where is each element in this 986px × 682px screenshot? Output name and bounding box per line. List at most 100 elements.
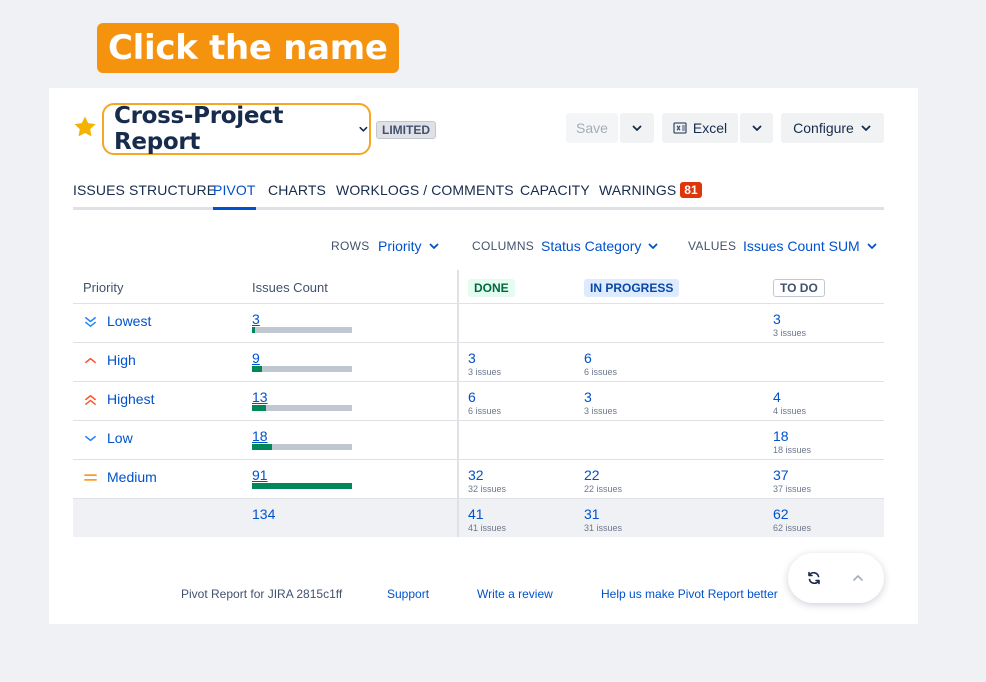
instruction-callout: Click the name <box>97 23 399 73</box>
count-bar-fill <box>252 405 267 411</box>
column-divider <box>457 270 459 537</box>
limited-badge: LIMITED <box>376 121 436 139</box>
values-label: VALUES <box>688 239 737 253</box>
total-done-text: 41 issues <box>468 523 507 533</box>
chevron-up-icon[interactable] <box>851 571 865 585</box>
footer-support-link[interactable]: Support <box>387 587 429 601</box>
count-bar-fill <box>252 483 352 489</box>
tab-worklogs-comments[interactable]: WORKLOGS / COMMENTS <box>336 182 514 198</box>
inprogress-count-link[interactable]: 22 <box>584 467 600 483</box>
tab-warnings-label: WARNINGS <box>599 182 677 198</box>
issues-count-link[interactable]: 13 <box>252 389 268 405</box>
save-button[interactable]: Save <box>566 113 618 143</box>
priority-label: Highest <box>107 391 155 407</box>
priority-label: Low <box>107 430 133 446</box>
priority-lowest-icon <box>85 316 96 327</box>
issues-count-link[interactable]: 18 <box>252 428 268 444</box>
inprogress-issues-text: 22 issues <box>584 484 623 494</box>
priority-highest[interactable]: Highest <box>83 391 154 407</box>
rows-label: ROWS <box>331 239 370 253</box>
report-title[interactable]: Cross-Project Report <box>114 103 349 155</box>
total-todo-text: 62 issues <box>773 523 812 533</box>
count-bar <box>252 366 352 372</box>
chevron-down-icon <box>752 125 761 131</box>
done-count-link[interactable]: 6 <box>468 389 476 405</box>
tab-pivot[interactable]: PIVOT <box>213 182 256 210</box>
floating-actions <box>788 553 884 603</box>
count-bar <box>252 405 352 411</box>
todo-count-link[interactable]: 3 <box>773 311 781 327</box>
priority-low-icon <box>85 435 96 441</box>
priority-highest-icon <box>85 394 96 405</box>
todo-issues-text: 4 issues <box>773 406 807 416</box>
done-issues-text: 32 issues <box>468 484 507 494</box>
columns-select[interactable]: Status Category <box>541 238 659 254</box>
inprogress-count-link[interactable]: 6 <box>584 350 592 366</box>
done-count-link[interactable]: 32 <box>468 467 484 483</box>
todo-count-link[interactable]: 37 <box>773 467 789 483</box>
priority-high-icon <box>85 357 96 363</box>
warnings-count-badge: 81 <box>680 182 702 198</box>
chevron-down-icon <box>867 243 877 249</box>
header-priority: Priority <box>83 280 124 295</box>
priority-medium[interactable]: Medium <box>83 469 157 485</box>
values-value: Issues Count SUM <box>743 238 860 254</box>
columns-label: COLUMNS <box>472 239 535 253</box>
tab-warnings[interactable]: WARNINGS 81 <box>599 182 702 198</box>
rows-select[interactable]: Priority <box>378 238 440 254</box>
row-divider <box>73 420 884 421</box>
chevron-down-icon <box>861 125 871 131</box>
tab-capacity[interactable]: CAPACITY <box>520 182 590 198</box>
priority-label: Medium <box>107 469 157 485</box>
inprogress-issues-text: 3 issues <box>584 406 618 416</box>
priority-medium-icon <box>84 473 97 481</box>
status-todo-lozenge: TO DO <box>773 279 825 297</box>
done-issues-text: 6 issues <box>468 406 502 416</box>
star-icon[interactable] <box>73 115 97 139</box>
refresh-icon[interactable] <box>806 570 822 586</box>
footer-review-link[interactable]: Write a review <box>477 587 553 601</box>
save-options-button[interactable] <box>620 113 654 143</box>
count-bar <box>252 444 352 450</box>
total-todo-link[interactable]: 62 <box>773 506 789 522</box>
tab-charts[interactable]: CHARTS <box>268 182 326 198</box>
excel-icon <box>673 122 687 134</box>
total-count-link[interactable]: 134 <box>252 506 275 522</box>
tab-issues-structure[interactable]: ISSUES STRUCTURE <box>73 182 216 198</box>
values-select[interactable]: Issues Count SUM <box>743 238 878 254</box>
done-issues-text: 3 issues <box>468 367 502 377</box>
todo-count-link[interactable]: 4 <box>773 389 781 405</box>
footer-help-link[interactable]: Help us make Pivot Report better <box>601 587 778 601</box>
report-name-dropdown[interactable]: Cross-Project Report <box>102 103 371 155</box>
chevron-down-icon <box>648 243 658 249</box>
priority-high[interactable]: High <box>83 352 136 368</box>
excel-options-button[interactable] <box>740 113 773 143</box>
priority-lowest[interactable]: Lowest <box>83 313 151 329</box>
count-bar-fill <box>252 444 272 450</box>
priority-low[interactable]: Low <box>83 430 133 446</box>
row-divider <box>73 303 884 304</box>
count-bar-fill <box>252 366 262 372</box>
todo-count-link[interactable]: 18 <box>773 428 789 444</box>
total-inprogress-link[interactable]: 31 <box>584 506 600 522</box>
issues-count-link[interactable]: 9 <box>252 350 260 366</box>
count-bar <box>252 327 352 333</box>
configure-label: Configure <box>793 120 854 136</box>
chevron-down-icon <box>359 126 368 132</box>
configure-button[interactable]: Configure <box>781 113 884 143</box>
count-bar-fill <box>252 327 256 333</box>
row-divider <box>73 498 884 499</box>
issues-count-link[interactable]: 3 <box>252 311 260 327</box>
total-inprogress-text: 31 issues <box>584 523 623 533</box>
excel-label: Excel <box>692 120 728 136</box>
pivot-table <box>73 270 884 537</box>
priority-label: High <box>107 352 136 368</box>
row-divider <box>73 342 884 343</box>
header-issues-count: Issues Count <box>252 280 328 295</box>
todo-issues-text: 37 issues <box>773 484 812 494</box>
total-done-link[interactable]: 41 <box>468 506 484 522</box>
issues-count-link[interactable]: 91 <box>252 467 268 483</box>
excel-button[interactable]: Excel <box>662 113 738 143</box>
done-count-link[interactable]: 3 <box>468 350 476 366</box>
inprogress-count-link[interactable]: 3 <box>584 389 592 405</box>
